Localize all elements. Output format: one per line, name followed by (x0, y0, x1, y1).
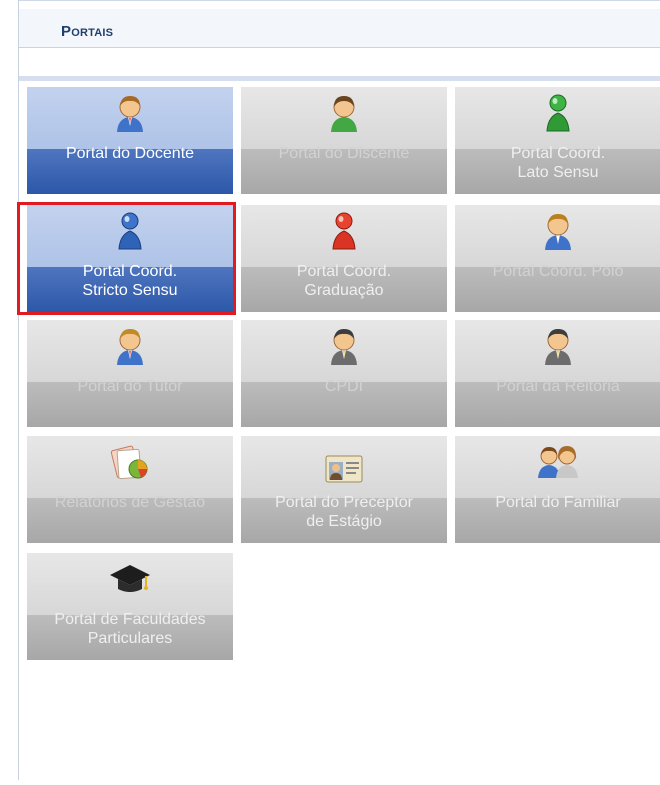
red-pawn-icon (241, 211, 447, 251)
graduation-cap-icon (27, 559, 233, 599)
tile-label: Portal Coord. Graduação (296, 263, 392, 299)
reports-icon (27, 442, 233, 482)
relatorios-gestao-tile[interactable]: Relatórios de Gestão (27, 436, 233, 543)
portal-discente-tile[interactable]: Portal do Discente (241, 87, 447, 194)
tile-label: CPDI (324, 378, 364, 395)
tile-label: Portal do Preceptor de Estágio (275, 494, 413, 530)
rector-icon (455, 326, 660, 366)
portal-coord-graduacao-tile[interactable]: Portal Coord. Graduação (241, 205, 447, 312)
tile-label: Portal Coord. Stricto Sensu (82, 263, 178, 299)
portal-preceptor-estagio-tile[interactable]: Portal do Preceptor de Estágio (241, 436, 447, 543)
portal-coord-stricto-sensu-tile[interactable]: Portal Coord. Stricto Sensu (27, 205, 233, 312)
tile-label: Relatórios de Gestão (54, 494, 206, 511)
portal-reitoria-tile[interactable]: Portal da Reitoria (455, 320, 660, 427)
coordinator-icon (455, 211, 660, 251)
tile-label: Portal Coord. Pólo (492, 263, 624, 280)
top-divider (18, 0, 660, 1)
portal-faculdades-particulares-tile[interactable]: Portal de Faculdades Particulares (27, 553, 233, 660)
portal-docente-tile[interactable]: Portal do Docente (27, 87, 233, 194)
tile-label: Portal do Tutor (77, 378, 183, 395)
cpdi-tile[interactable]: CPDI (241, 320, 447, 427)
teacher-icon (27, 93, 233, 133)
student-icon (241, 93, 447, 133)
family-icon (455, 442, 660, 482)
page-title: Portais (61, 23, 114, 40)
tutor-icon (27, 326, 233, 366)
tile-label: Portal de Faculdades Particulares (54, 611, 206, 647)
tile-label: Portal do Docente (65, 145, 195, 162)
preceptor-card-icon (241, 448, 447, 488)
portal-coord-polo-tile[interactable]: Portal Coord. Pólo (455, 205, 660, 312)
blue-pawn-icon (27, 211, 233, 251)
green-pawn-icon (455, 93, 660, 133)
manager-icon (241, 326, 447, 366)
tile-label: Portal da Reitoria (496, 378, 620, 395)
portal-tutor-tile[interactable]: Portal do Tutor (27, 320, 233, 427)
tile-label: Portal do Discente (278, 145, 410, 162)
portals-header: Portais (19, 9, 660, 48)
tile-label: Portal Coord. Lato Sensu (510, 145, 606, 181)
portal-familiar-tile[interactable]: Portal do Familiar (455, 436, 660, 543)
portal-coord-lato-sensu-tile[interactable]: Portal Coord. Lato Sensu (455, 87, 660, 194)
tile-label: Portal do Familiar (495, 494, 621, 511)
